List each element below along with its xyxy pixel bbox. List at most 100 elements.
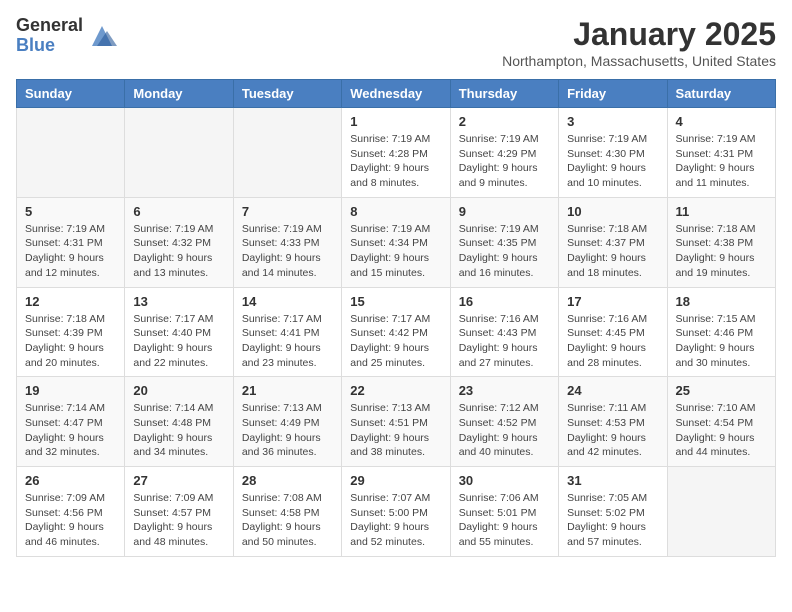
- calendar-week-row: 12 Sunrise: 7:18 AM Sunset: 4:39 PM Dayli…: [17, 287, 776, 377]
- calendar-cell: 19 Sunrise: 7:14 AM Sunset: 4:47 PM Dayli…: [17, 377, 125, 467]
- calendar-table: SundayMondayTuesdayWednesdayThursdayFrid…: [16, 79, 776, 557]
- day-info: Sunrise: 7:09 AM Sunset: 4:57 PM Dayligh…: [133, 491, 224, 550]
- calendar-cell: 24 Sunrise: 7:11 AM Sunset: 4:53 PM Dayli…: [559, 377, 667, 467]
- day-number: 7: [242, 204, 333, 219]
- day-number: 26: [25, 473, 116, 488]
- day-info: Sunrise: 7:19 AM Sunset: 4:31 PM Dayligh…: [676, 132, 767, 191]
- day-number: 22: [350, 383, 441, 398]
- calendar-cell: 29 Sunrise: 7:07 AM Sunset: 5:00 PM Dayli…: [342, 467, 450, 557]
- day-info: Sunrise: 7:05 AM Sunset: 5:02 PM Dayligh…: [567, 491, 658, 550]
- page-header: General Blue January 2025 Northampton, M…: [16, 16, 776, 69]
- calendar-cell: 20Sunrise: 7:14 AM Sunset: 4:48 PM Dayli…: [125, 377, 233, 467]
- calendar-cell: 8 Sunrise: 7:19 AM Sunset: 4:34 PM Daylig…: [342, 197, 450, 287]
- day-number: 18: [676, 294, 767, 309]
- day-info: Sunrise: 7:19 AM Sunset: 4:29 PM Dayligh…: [459, 132, 550, 191]
- day-number: 11: [676, 204, 767, 219]
- calendar-cell: 22Sunrise: 7:13 AM Sunset: 4:51 PM Dayli…: [342, 377, 450, 467]
- title-section: January 2025 Northampton, Massachusetts,…: [502, 16, 776, 69]
- day-number: 14: [242, 294, 333, 309]
- day-number: 27: [133, 473, 224, 488]
- day-info: Sunrise: 7:18 AM Sunset: 4:38 PM Dayligh…: [676, 222, 767, 281]
- weekday-header-thursday: Thursday: [450, 80, 558, 108]
- day-number: 5: [25, 204, 116, 219]
- calendar-cell: 31 Sunrise: 7:05 AM Sunset: 5:02 PM Dayli…: [559, 467, 667, 557]
- calendar-cell: 11 Sunrise: 7:18 AM Sunset: 4:38 PM Dayli…: [667, 197, 775, 287]
- calendar-cell: 18Sunrise: 7:15 AM Sunset: 4:46 PM Dayli…: [667, 287, 775, 377]
- calendar-cell: 1 Sunrise: 7:19 AM Sunset: 4:28 PM Daylig…: [342, 108, 450, 198]
- day-info: Sunrise: 7:14 AM Sunset: 4:47 PM Dayligh…: [25, 401, 116, 460]
- calendar-cell: 13 Sunrise: 7:17 AM Sunset: 4:40 PM Dayli…: [125, 287, 233, 377]
- day-number: 1: [350, 114, 441, 129]
- calendar-cell: 25 Sunrise: 7:10 AM Sunset: 4:54 PM Dayli…: [667, 377, 775, 467]
- day-number: 12: [25, 294, 116, 309]
- day-info: Sunrise: 7:18 AM Sunset: 4:37 PM Dayligh…: [567, 222, 658, 281]
- day-info: Sunrise: 7:17 AM Sunset: 4:40 PM Dayligh…: [133, 312, 224, 371]
- day-number: 6: [133, 204, 224, 219]
- calendar-header-row: SundayMondayTuesdayWednesdayThursdayFrid…: [17, 80, 776, 108]
- day-info: Sunrise: 7:10 AM Sunset: 4:54 PM Dayligh…: [676, 401, 767, 460]
- day-number: 16: [459, 294, 550, 309]
- day-info: Sunrise: 7:11 AM Sunset: 4:53 PM Dayligh…: [567, 401, 658, 460]
- calendar-cell: 2Sunrise: 7:19 AM Sunset: 4:29 PM Daylig…: [450, 108, 558, 198]
- day-info: Sunrise: 7:19 AM Sunset: 4:32 PM Dayligh…: [133, 222, 224, 281]
- calendar-cell: 15 Sunrise: 7:17 AM Sunset: 4:42 PM Dayli…: [342, 287, 450, 377]
- calendar-cell: [125, 108, 233, 198]
- day-info: Sunrise: 7:19 AM Sunset: 4:33 PM Dayligh…: [242, 222, 333, 281]
- day-info: Sunrise: 7:12 AM Sunset: 4:52 PM Dayligh…: [459, 401, 550, 460]
- calendar-cell: 9 Sunrise: 7:19 AM Sunset: 4:35 PM Daylig…: [450, 197, 558, 287]
- day-number: 9: [459, 204, 550, 219]
- day-info: Sunrise: 7:19 AM Sunset: 4:31 PM Dayligh…: [25, 222, 116, 281]
- calendar-cell: 26 Sunrise: 7:09 AM Sunset: 4:56 PM Dayli…: [17, 467, 125, 557]
- calendar-cell: 6 Sunrise: 7:19 AM Sunset: 4:32 PM Daylig…: [125, 197, 233, 287]
- weekday-header-saturday: Saturday: [667, 80, 775, 108]
- calendar-week-row: 5 Sunrise: 7:19 AM Sunset: 4:31 PM Daylig…: [17, 197, 776, 287]
- calendar-cell: [233, 108, 341, 198]
- day-info: Sunrise: 7:18 AM Sunset: 4:39 PM Dayligh…: [25, 312, 116, 371]
- calendar-week-row: 26 Sunrise: 7:09 AM Sunset: 4:56 PM Dayli…: [17, 467, 776, 557]
- calendar-cell: [17, 108, 125, 198]
- calendar-cell: 4 Sunrise: 7:19 AM Sunset: 4:31 PM Daylig…: [667, 108, 775, 198]
- day-number: 4: [676, 114, 767, 129]
- calendar-cell: 14 Sunrise: 7:17 AM Sunset: 4:41 PM Dayli…: [233, 287, 341, 377]
- calendar-cell: 27 Sunrise: 7:09 AM Sunset: 4:57 PM Dayli…: [125, 467, 233, 557]
- day-number: 28: [242, 473, 333, 488]
- day-info: Sunrise: 7:19 AM Sunset: 4:30 PM Dayligh…: [567, 132, 658, 191]
- day-info: Sunrise: 7:16 AM Sunset: 4:45 PM Dayligh…: [567, 312, 658, 371]
- day-number: 8: [350, 204, 441, 219]
- day-info: Sunrise: 7:19 AM Sunset: 4:28 PM Dayligh…: [350, 132, 441, 191]
- day-number: 30: [459, 473, 550, 488]
- day-number: 13: [133, 294, 224, 309]
- weekday-header-wednesday: Wednesday: [342, 80, 450, 108]
- day-number: 21: [242, 383, 333, 398]
- day-number: 15: [350, 294, 441, 309]
- day-number: 10: [567, 204, 658, 219]
- logo-icon: [87, 21, 117, 51]
- day-info: Sunrise: 7:09 AM Sunset: 4:56 PM Dayligh…: [25, 491, 116, 550]
- day-info: Sunrise: 7:17 AM Sunset: 4:42 PM Dayligh…: [350, 312, 441, 371]
- calendar-cell: 3Sunrise: 7:19 AM Sunset: 4:30 PM Daylig…: [559, 108, 667, 198]
- day-number: 23: [459, 383, 550, 398]
- day-number: 29: [350, 473, 441, 488]
- day-info: Sunrise: 7:06 AM Sunset: 5:01 PM Dayligh…: [459, 491, 550, 550]
- day-number: 31: [567, 473, 658, 488]
- day-number: 17: [567, 294, 658, 309]
- month-title: January 2025: [502, 16, 776, 53]
- calendar-cell: 7 Sunrise: 7:19 AM Sunset: 4:33 PM Daylig…: [233, 197, 341, 287]
- day-info: Sunrise: 7:07 AM Sunset: 5:00 PM Dayligh…: [350, 491, 441, 550]
- calendar-cell: 21Sunrise: 7:13 AM Sunset: 4:49 PM Dayli…: [233, 377, 341, 467]
- day-info: Sunrise: 7:19 AM Sunset: 4:34 PM Dayligh…: [350, 222, 441, 281]
- day-info: Sunrise: 7:17 AM Sunset: 4:41 PM Dayligh…: [242, 312, 333, 371]
- weekday-header-monday: Monday: [125, 80, 233, 108]
- calendar-cell: 23 Sunrise: 7:12 AM Sunset: 4:52 PM Dayli…: [450, 377, 558, 467]
- calendar-cell: 16Sunrise: 7:16 AM Sunset: 4:43 PM Dayli…: [450, 287, 558, 377]
- weekday-header-sunday: Sunday: [17, 80, 125, 108]
- calendar-cell: 30 Sunrise: 7:06 AM Sunset: 5:01 PM Dayli…: [450, 467, 558, 557]
- day-number: 24: [567, 383, 658, 398]
- day-number: 25: [676, 383, 767, 398]
- day-info: Sunrise: 7:19 AM Sunset: 4:35 PM Dayligh…: [459, 222, 550, 281]
- logo-general-text: General: [16, 16, 83, 36]
- day-info: Sunrise: 7:14 AM Sunset: 4:48 PM Dayligh…: [133, 401, 224, 460]
- day-number: 19: [25, 383, 116, 398]
- calendar-cell: 5 Sunrise: 7:19 AM Sunset: 4:31 PM Daylig…: [17, 197, 125, 287]
- calendar-week-row: 1 Sunrise: 7:19 AM Sunset: 4:28 PM Daylig…: [17, 108, 776, 198]
